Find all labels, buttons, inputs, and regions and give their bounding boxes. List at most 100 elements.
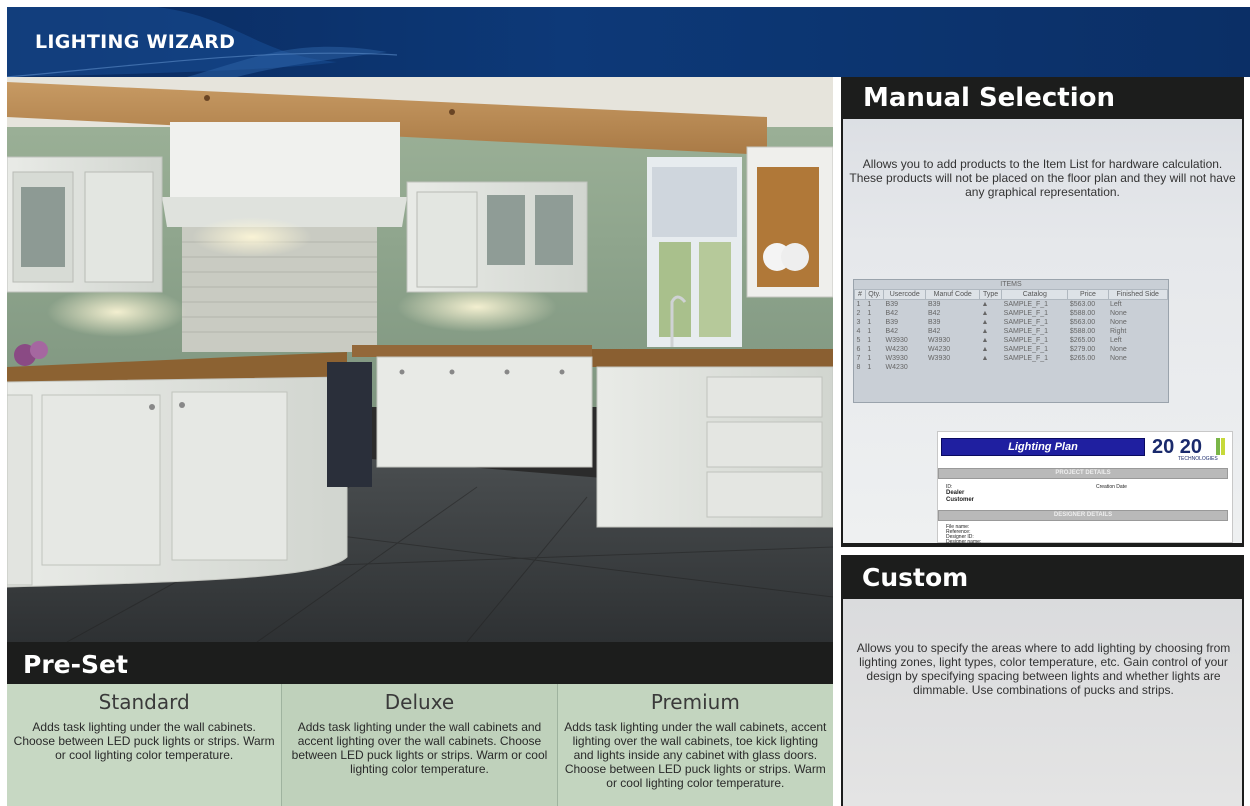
items-cell: 4 — [856, 327, 861, 335]
items-cell: ▲ — [981, 336, 989, 344]
items-row: 5 1 W3930 W3930 ▲ SAMPLE_F_1 $265.00 Left — [855, 336, 1168, 345]
preset-option-description: Adds task lighting under the wall cabine… — [13, 720, 275, 762]
items-cell: 7 — [856, 354, 861, 362]
items-cell: $588.00 — [1069, 309, 1096, 317]
items-cell: W3930 — [885, 354, 908, 362]
preset-options: Standard Adds task lighting under the wa… — [7, 684, 833, 806]
items-cell: ▲ — [981, 309, 989, 317]
manual-selection-body: Allows you to add products to the Item L… — [843, 119, 1242, 545]
items-col-header: # — [854, 289, 866, 300]
twenty-twenty-logo: 20 20 TECHNOLOGIES — [1152, 436, 1225, 462]
items-cell: B39 — [885, 300, 899, 308]
items-row: 3 1 B39 B39 ▲ SAMPLE_F_1 $563.00 None — [855, 318, 1168, 327]
items-cell: $265.00 — [1069, 354, 1096, 362]
items-cell: None — [1110, 318, 1127, 326]
items-col-header: Type — [979, 289, 1003, 300]
items-cell: 1 — [867, 309, 872, 317]
items-cell: None — [1110, 354, 1127, 362]
items-cell: 1 — [867, 318, 872, 326]
items-cell: $563.00 — [1069, 300, 1096, 308]
items-cell: 1 — [856, 300, 861, 308]
custom-body: Allows you to specify the areas where to… — [843, 599, 1242, 806]
items-cell — [1108, 363, 1168, 372]
lighting-plan-preview: Lighting Plan 20 20 TECHNOLOGIES PROJECT… — [937, 431, 1233, 545]
items-col-header: Manuf Code — [925, 289, 981, 300]
items-col-header: Usercode — [883, 289, 927, 300]
items-cell: B39 — [927, 300, 941, 308]
custom-description: Allows you to specify the areas where to… — [856, 641, 1231, 697]
preset-option-description: Adds task lighting under the wall cabine… — [564, 720, 827, 790]
preset-option-standard[interactable]: Standard Adds task lighting under the wa… — [7, 684, 283, 806]
app-title: LIGHTING WIZARD — [35, 31, 236, 53]
items-cell: SAMPLE_F_1 — [1003, 327, 1049, 335]
items-col-header: Catalog — [1001, 289, 1069, 300]
manual-selection-panel[interactable]: Manual Selection Allows you to add produ… — [841, 77, 1244, 547]
preset-option-name: Standard — [98, 690, 190, 714]
kitchen-preview-image[interactable] — [7, 77, 833, 642]
items-row: 2 1 B42 B42 ▲ SAMPLE_F_1 $588.00 None — [855, 309, 1168, 318]
preset-heading: Pre-Set — [23, 650, 128, 679]
items-body: 1 1 B39 B39 ▲ SAMPLE_F_1 $563.00 Left 2 1 B42 B42 ▲ S… — [855, 300, 1168, 372]
preset-option-name: Deluxe — [384, 690, 455, 714]
items-cell: $588.00 — [1069, 327, 1096, 335]
items-cell: B42 — [885, 327, 899, 335]
manual-selection-description: Allows you to add products to the Item L… — [849, 157, 1236, 199]
preset-header: Pre-Set — [7, 642, 833, 684]
items-cell: SAMPLE_F_1 — [1003, 354, 1049, 362]
items-cell: B42 — [885, 309, 899, 317]
items-cell: ▲ — [981, 345, 989, 353]
items-header-row: # Qty. Usercode Manuf Code Type Catalog … — [854, 289, 1168, 300]
items-caption: ITEMS — [1000, 281, 1022, 288]
items-cell: SAMPLE_F_1 — [1003, 300, 1049, 308]
preset-option-name: Premium — [650, 690, 740, 714]
items-list-preview: ITEMS # Qty. Usercode Manuf Code Type Ca… — [853, 279, 1169, 403]
items-cell: SAMPLE_F_1 — [1003, 345, 1049, 353]
items-cell: Left — [1110, 300, 1122, 308]
items-cell: 3 — [856, 318, 861, 326]
items-cell: 1 — [867, 300, 872, 308]
items-cell: 5 — [856, 336, 861, 344]
preset-option-description: Adds task lighting under the wall cabine… — [291, 720, 548, 776]
items-cell: SAMPLE_F_1 — [1003, 318, 1049, 326]
manual-selection-heading: Manual Selection — [863, 83, 1115, 113]
items-cell: W3930 — [885, 336, 908, 344]
items-cell: 1 — [867, 336, 872, 344]
project-details-bar: PROJECT DETAILS — [938, 468, 1228, 479]
custom-panel[interactable]: Custom Allows you to specify the areas w… — [841, 555, 1244, 806]
items-col-header: Finished Side — [1107, 289, 1168, 300]
items-cell: ▲ — [981, 327, 989, 335]
items-cell: $279.00 — [1069, 345, 1096, 353]
items-cell: SAMPLE_F_1 — [1003, 336, 1049, 344]
items-cell: ▲ — [981, 318, 989, 326]
items-cell: $265.00 — [1069, 336, 1096, 344]
items-cell: W4230 — [927, 345, 951, 353]
items-cell: 2 — [856, 309, 861, 317]
items-cell — [926, 363, 980, 372]
items-cell — [1002, 363, 1068, 372]
plan-designer-name-label: Designer name: — [946, 539, 982, 545]
items-cell: ▲ — [981, 354, 989, 362]
preset-option-premium[interactable]: Premium Adds task lighting under the wal… — [557, 684, 833, 806]
items-row: 7 1 W3930 W3930 ▲ SAMPLE_F_1 $265.00 None — [855, 354, 1168, 363]
custom-heading: Custom — [862, 563, 969, 592]
logo-text: 20 20 — [1152, 436, 1202, 458]
items-cell — [1068, 363, 1108, 372]
items-cell: 1 — [867, 345, 872, 353]
items-cell: B39 — [885, 318, 899, 326]
plan-creation-label: Creation Date — [1096, 484, 1127, 490]
logo-subtext: TECHNOLOGIES — [1178, 456, 1218, 462]
title-bar: LIGHTING WIZARD — [7, 7, 1250, 77]
lighting-plan-title: Lighting Plan — [941, 438, 1145, 456]
items-cell: 1 — [867, 327, 872, 335]
items-cell: W3930 — [927, 354, 951, 362]
items-row: 8 1 W4230 — [855, 363, 1168, 372]
items-cell: 1 — [867, 354, 872, 362]
items-col-header: Qty. — [864, 289, 885, 300]
items-cell: W4230 — [885, 363, 908, 371]
items-cell: W4230 — [885, 345, 908, 353]
items-cell: SAMPLE_F_1 — [1003, 309, 1049, 317]
items-cell: Right — [1110, 327, 1127, 335]
preset-option-deluxe[interactable]: Deluxe Adds task lighting under the wall… — [282, 684, 558, 806]
items-row: 6 1 W4230 W4230 ▲ SAMPLE_F_1 $279.00 None — [855, 345, 1168, 354]
items-cell: None — [1110, 309, 1127, 317]
